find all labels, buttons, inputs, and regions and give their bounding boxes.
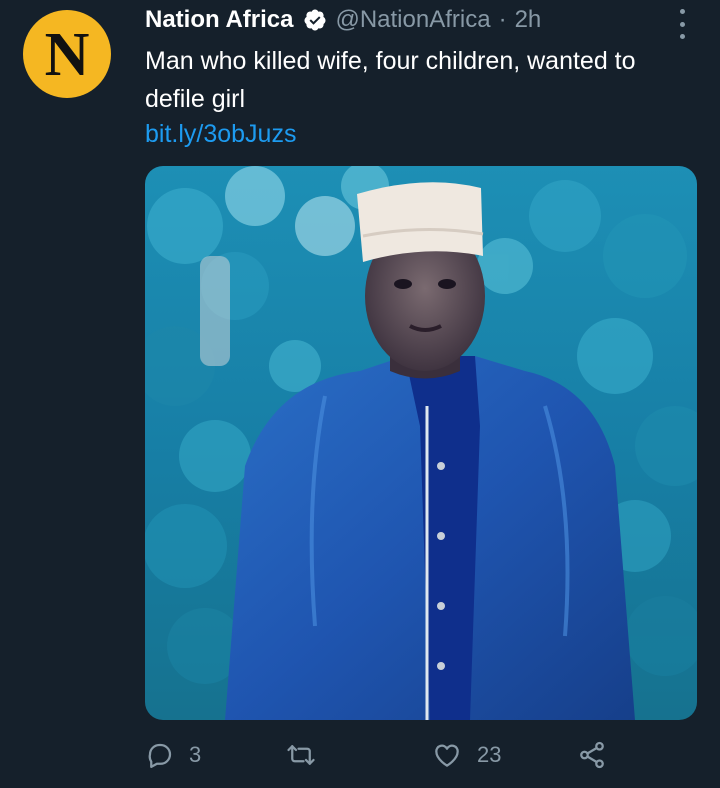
like-count: 23 [477,742,502,767]
avatar-logo: N [44,21,90,89]
verified-badge-icon [304,9,326,31]
retweet-icon [287,745,315,765]
author-name[interactable]: Nation Africa [145,6,293,34]
photo-man-in-blue-jacket-icon [145,166,697,720]
more-dot [679,34,685,39]
share-icon [580,741,604,769]
separator-dot: · [498,6,507,33]
reply-icon [148,743,172,768]
like-button[interactable]: 23 [431,740,501,770]
avatar[interactable]: N [23,10,111,98]
timestamp[interactable]: 2h [515,6,542,34]
tweet-actions: 3 23 [145,740,625,780]
retweet-button[interactable] [285,740,331,770]
share-button[interactable] [577,740,607,770]
reply-button[interactable]: 3 [145,740,201,770]
tweet-link[interactable]: bit.ly/3obJuzs [145,120,296,149]
more-dot [679,9,685,14]
tweet-header: Nation Africa @NationAfrica · 2h [145,6,541,34]
more-options-icon[interactable] [674,9,690,39]
heart-icon [435,744,459,767]
reply-count: 3 [189,742,202,767]
more-dot [679,21,685,27]
tweet-photo[interactable] [145,166,697,720]
author-handle[interactable]: @NationAfrica [335,6,490,34]
tweet-text: Man who killed wife, four children, want… [145,47,636,113]
